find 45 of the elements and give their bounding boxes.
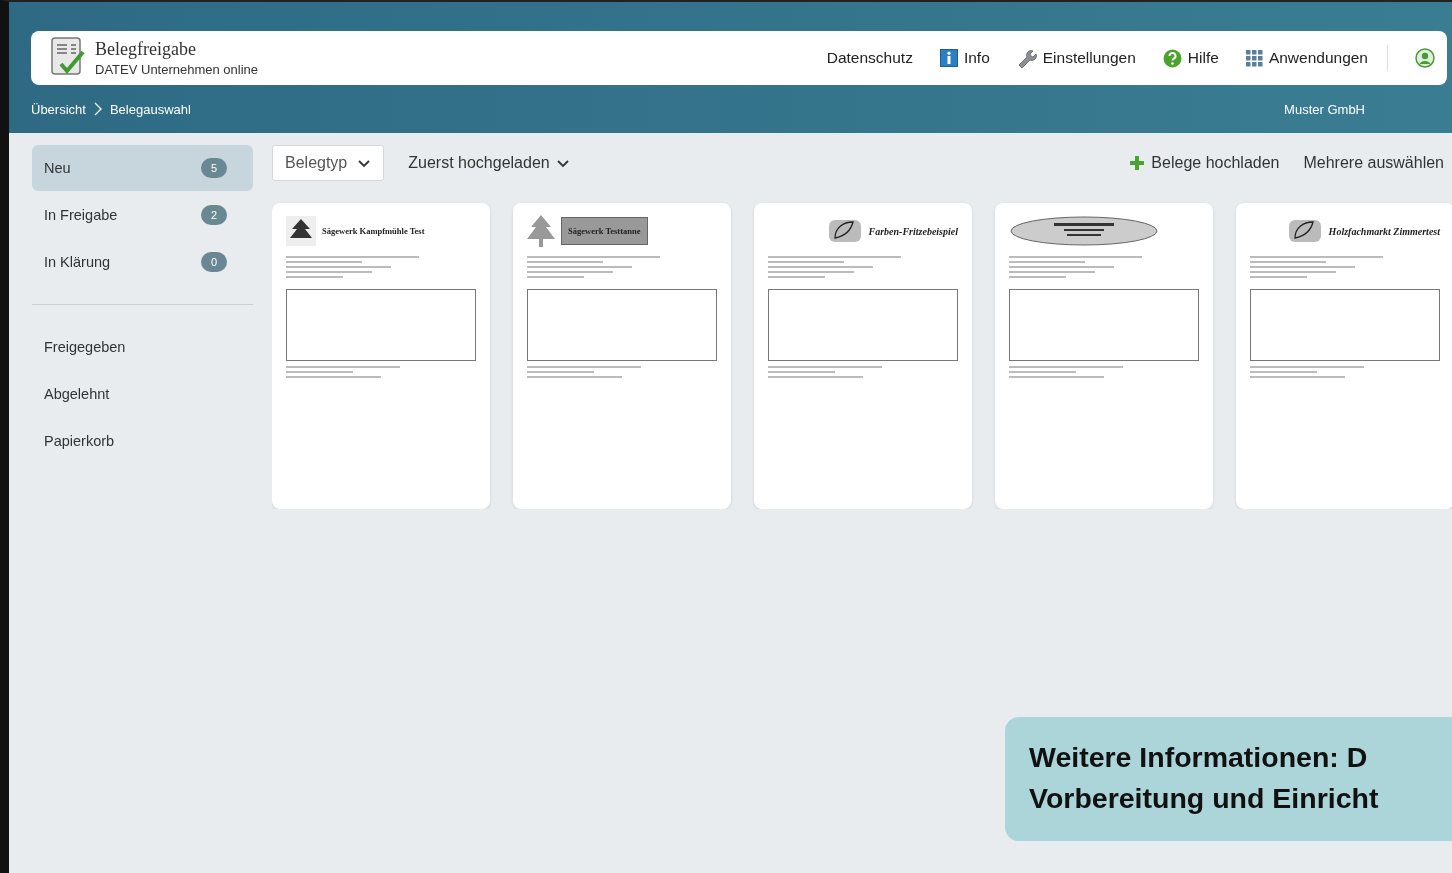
sidebar-item[interactable]: Abgelehnt xyxy=(32,371,253,417)
company-name: Muster GmbH xyxy=(1284,101,1365,117)
sidebar-item[interactable]: Freigegeben xyxy=(32,324,253,370)
info-icon xyxy=(939,49,958,67)
document-thumbnail[interactable] xyxy=(995,203,1213,509)
sidebar-item[interactable]: In Freigabe 2 xyxy=(32,192,253,238)
document-thumbnail[interactable]: Farben-Fritzebeispiel xyxy=(754,203,972,509)
chevron-right-icon xyxy=(93,102,102,116)
breadcrumb-link[interactable]: Übersicht xyxy=(31,101,86,117)
wrench-icon xyxy=(1016,48,1037,68)
sidebar-item[interactable]: In Klärung 0 xyxy=(32,239,253,285)
document-type-dropdown[interactable]: Belegtyp xyxy=(272,145,385,181)
sort-dropdown[interactable]: Zuerst hochgeladen xyxy=(408,154,570,172)
tree-logo-icon xyxy=(286,216,316,246)
document-heading: Sägewerk Testtanne xyxy=(561,217,648,245)
sidebar-item[interactable]: Papierkorb xyxy=(32,418,253,464)
app-subtitle: DATEV Unternehmen online xyxy=(95,62,259,77)
nav-link[interactable]: Hilfe xyxy=(1162,48,1219,68)
app-title: Belegfreigabe xyxy=(95,39,197,60)
chevron-down-icon xyxy=(357,158,372,168)
document-heading: Farben-Fritzebeispiel xyxy=(868,225,958,237)
plus-icon xyxy=(1129,155,1146,171)
count-badge: 5 xyxy=(201,158,227,178)
fir-tree-icon xyxy=(527,214,555,248)
count-badge: 0 xyxy=(201,252,227,272)
info-callout: Weitere Informationen: D Vorbereitung und Einricht xyxy=(1005,717,1452,841)
document-thumbnail[interactable]: Sägewerk Kampfmühle Test xyxy=(272,203,490,509)
user-avatar-icon[interactable] xyxy=(1415,48,1435,68)
nav-link[interactable]: Einstellungen xyxy=(1016,48,1136,68)
nav-link[interactable]: Datenschutz xyxy=(826,49,913,67)
nav-link[interactable]: Info xyxy=(939,49,990,67)
document-heading: Holzfachmarkt Zimmertest xyxy=(1328,225,1440,237)
chevron-down-icon xyxy=(555,158,570,168)
breadcrumb-link[interactable]: Belegauswahl xyxy=(109,101,191,117)
count-badge: 2 xyxy=(201,205,227,225)
upload-button[interactable]: Belege hochladen xyxy=(1129,154,1280,172)
select-multiple-button[interactable]: Mehrere auswählen xyxy=(1303,154,1444,172)
help-icon xyxy=(1162,48,1182,68)
oval-logo-icon xyxy=(1009,215,1159,247)
sidebar-item[interactable]: Neu 5 xyxy=(32,145,253,191)
document-thumbnail[interactable]: Sägewerk Testtanne xyxy=(513,203,731,509)
document-heading: Sägewerk Kampfmühle Test xyxy=(322,226,425,236)
nav-link[interactable]: Anwendungen xyxy=(1245,49,1368,67)
apps-grid-icon xyxy=(1245,49,1263,67)
document-thumbnail[interactable]: Holzfachmarkt Zimmertest xyxy=(1236,203,1452,509)
